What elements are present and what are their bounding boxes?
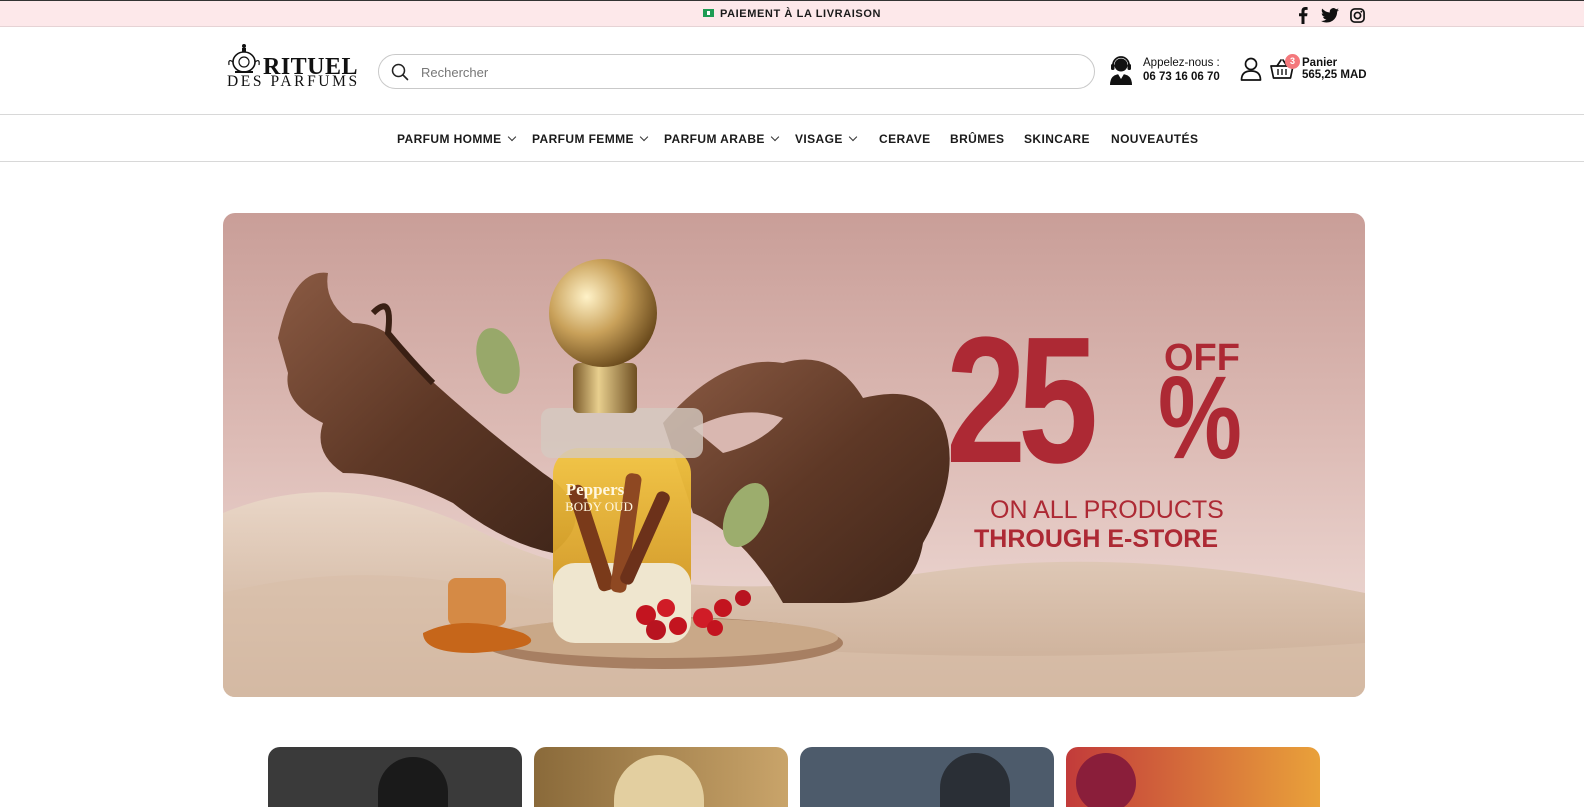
phone-number: 06 73 16 06 70: [1143, 71, 1220, 83]
nav-cerave[interactable]: CERAVE: [879, 132, 931, 146]
chevron-down-icon: [770, 132, 780, 142]
cart-summary[interactable]: Panier 565,25 MAD: [1302, 57, 1367, 81]
chevron-down-icon: [848, 132, 857, 142]
hero-banner[interactable]: Peppers BODY OUD 25 OFF % ON ALL PRODUCT…: [223, 213, 1365, 697]
promo-line-2: THROUGH E-STORE: [974, 525, 1218, 553]
nav-visage[interactable]: VISAGE: [795, 132, 857, 146]
main-navigation: PARFUM HOMME PARFUM FEMME PARFUM ARABE V…: [0, 115, 1584, 162]
category-card[interactable]: [1066, 747, 1320, 807]
promo-line-1: ON ALL PRODUCTS: [990, 496, 1224, 524]
search-input[interactable]: [421, 60, 1061, 84]
call-us[interactable]: Appelez-nous : 06 73 16 06 70: [1143, 56, 1220, 84]
site-logo[interactable]: RITUEL DES PARFUMS: [226, 43, 358, 93]
nav-parfum-femme[interactable]: PARFUM FEMME: [532, 132, 649, 146]
nav-label: CERAVE: [879, 132, 931, 146]
nav-label: PARFUM ARABE: [664, 132, 765, 146]
category-card[interactable]: [534, 747, 788, 807]
customer-support-icon: [1110, 56, 1132, 85]
category-image: [1076, 753, 1136, 807]
category-card[interactable]: [800, 747, 1054, 807]
chevron-down-icon: [639, 132, 649, 142]
promo-number: 25: [946, 300, 1098, 501]
nav-label: PARFUM HOMME: [397, 132, 502, 146]
nav-label: SKINCARE: [1024, 132, 1090, 146]
logo-subtitle: DES PARFUMS: [227, 73, 360, 90]
category-image: [940, 753, 1010, 807]
nav-label: NOUVEAUTÉS: [1111, 132, 1199, 146]
nav-brumes[interactable]: BRÛMES: [950, 132, 1004, 146]
nav-skincare[interactable]: SKINCARE: [1024, 132, 1090, 146]
bottle-label-name: Peppers: [566, 480, 625, 499]
category-image: [378, 757, 448, 807]
search-icon[interactable]: [391, 63, 409, 81]
category-card[interactable]: [268, 747, 522, 807]
search-bar: [378, 54, 1095, 89]
nav-parfum-arabe[interactable]: PARFUM ARABE: [664, 132, 780, 146]
nav-label: VISAGE: [795, 132, 843, 146]
promo-percent-sign: %: [1158, 352, 1242, 484]
cart-count-badge: 3: [1285, 54, 1300, 69]
nav-parfum-homme[interactable]: PARFUM HOMME: [397, 132, 516, 146]
facebook-icon[interactable]: [1296, 6, 1310, 24]
cart-total: 565,25 MAD: [1302, 69, 1367, 81]
announcement-bar: PAIEMENT À LA LIVRAISON: [0, 0, 1584, 27]
perfume-bottle-logo-icon: [228, 44, 260, 73]
announcement: PAIEMENT À LA LIVRAISON: [0, 8, 1584, 20]
category-image: [614, 755, 704, 807]
instagram-icon[interactable]: [1349, 6, 1365, 24]
nav-nouveautes[interactable]: NOUVEAUTÉS: [1111, 132, 1198, 146]
site-header: RITUEL DES PARFUMS Appelez-nous : 06 73 …: [0, 27, 1584, 115]
account-icon[interactable]: [1240, 57, 1262, 81]
nav-label: PARFUM FEMME: [532, 132, 634, 146]
announcement-text: PAIEMENT À LA LIVRAISON: [719, 8, 882, 20]
flag-icon: [702, 9, 714, 17]
twitter-icon[interactable]: [1320, 6, 1340, 24]
chevron-down-icon: [507, 132, 516, 142]
nav-label: BRÛMES: [950, 132, 1005, 146]
cart-label: Panier: [1302, 57, 1338, 69]
call-label: Appelez-nous :: [1143, 57, 1220, 69]
bottle-label-sub: BODY OUD: [565, 499, 633, 514]
